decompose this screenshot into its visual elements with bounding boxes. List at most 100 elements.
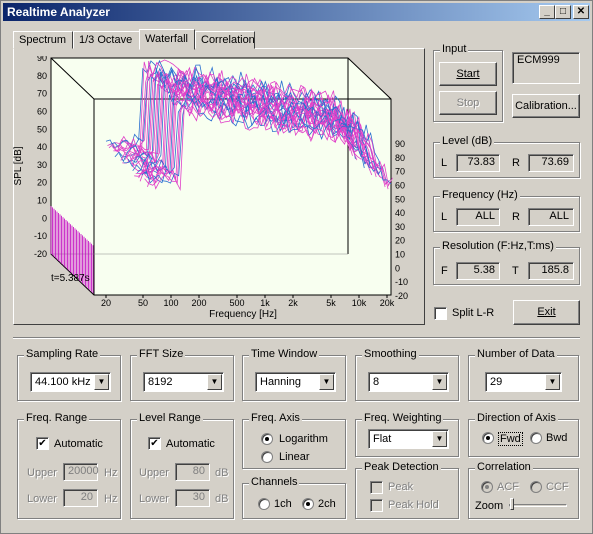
direction-label: Direction of Axis <box>475 412 558 424</box>
level-range-auto-checkbox[interactable]: ✔ <box>148 437 161 450</box>
fft-size-value: 8192 <box>148 376 173 388</box>
freq-axis-linear-label: Linear <box>279 451 310 463</box>
direction-bwd-radio[interactable] <box>530 432 542 444</box>
freq-axis-log-label: Logarithm <box>279 433 328 445</box>
correlation-acf-radio[interactable] <box>481 481 493 493</box>
time-label: t=5.387s <box>51 273 90 284</box>
minimize-button[interactable]: _ <box>539 5 555 19</box>
right-tick-label: -20 <box>395 291 408 301</box>
tab-spectrum[interactable]: Spectrum <box>13 31 73 49</box>
time-window-select[interactable]: Hanning ▼ <box>255 372 336 392</box>
level-lower-input[interactable]: 30 <box>175 489 210 507</box>
start-label: Start <box>456 68 480 80</box>
freq-r-value: ALL <box>528 208 574 226</box>
exit-button[interactable]: Exit <box>513 300 580 325</box>
level-upper-label: Upper <box>139 467 169 479</box>
freq-tick-label: 2k <box>288 298 298 308</box>
freq-weighting-select[interactable]: Flat ▼ <box>368 429 449 449</box>
peak-checkbox[interactable] <box>370 481 383 494</box>
resolution-t-value: 185.8 <box>528 262 574 280</box>
left-tick-label: 30 <box>37 160 47 170</box>
peak-hold-label: Peak Hold <box>388 499 439 511</box>
calibration-button[interactable]: Calibration... <box>512 94 580 118</box>
direction-bwd-label: Bwd <box>546 432 568 444</box>
chevron-down-icon[interactable]: ▼ <box>432 431 447 447</box>
right-tick-label: 30 <box>395 222 405 232</box>
app-window: Realtime Analyzer _ □ ✕ Spectrum 1/3 Oct… <box>0 0 593 534</box>
resolution-t-label: T <box>512 265 519 277</box>
channels-1ch-radio[interactable] <box>258 498 270 510</box>
level-upper-input[interactable]: 80 <box>175 463 210 481</box>
chevron-down-icon[interactable]: ▼ <box>207 374 222 390</box>
left-tick-label: 40 <box>37 142 47 152</box>
fft-size-select[interactable]: 8192 ▼ <box>143 372 224 392</box>
freq-axis-log-radio[interactable] <box>261 433 273 445</box>
right-tick-label: 20 <box>395 236 405 246</box>
freq-axis-label: Freq. Axis <box>249 412 302 424</box>
close-button[interactable]: ✕ <box>573 5 589 19</box>
left-axis-ticks: 90 80 70 60 50 40 30 20 10 0 -10 -20 <box>34 56 47 259</box>
sampling-rate-label: Sampling Rate <box>24 348 101 360</box>
chevron-down-icon[interactable]: ▼ <box>319 374 334 390</box>
freq-lower-label: Lower <box>27 493 57 505</box>
level-l-value: 73.83 <box>456 154 500 172</box>
correlation-ccf-label: CCF <box>546 481 569 493</box>
level-r-label: R <box>512 157 520 169</box>
freq-axis-linear-radio[interactable] <box>261 451 273 463</box>
right-tick-label: 50 <box>395 194 405 204</box>
sampling-rate-select[interactable]: 44.100 kHz ▼ <box>30 372 111 392</box>
level-r-value: 73.69 <box>528 154 574 172</box>
separator <box>13 337 580 339</box>
split-lr-checkbox[interactable] <box>434 307 447 320</box>
resolution-f-label: F <box>441 265 448 277</box>
correlation-ccf-radio[interactable] <box>530 481 542 493</box>
smoothing-select[interactable]: 8 ▼ <box>368 372 449 392</box>
freq-tick-label: 50 <box>138 298 148 308</box>
peak-hold-checkbox[interactable] <box>370 499 383 512</box>
frequency-axis-ticks: 20 50 100 200 500 1k 2k 5k 10k 20k <box>101 295 395 308</box>
stop-button[interactable]: Stop <box>439 91 497 115</box>
left-tick-label: 20 <box>37 178 47 188</box>
freq-upper-label: Upper <box>27 467 57 479</box>
start-button[interactable]: Start <box>439 62 497 86</box>
chevron-down-icon[interactable]: ▼ <box>545 374 560 390</box>
left-tick-label: 80 <box>37 71 47 81</box>
tab-one-third-octave[interactable]: 1/3 Octave <box>73 31 141 49</box>
chevron-down-icon[interactable]: ▼ <box>94 374 109 390</box>
freq-lower-input[interactable]: 20 <box>63 489 98 507</box>
number-of-data-select[interactable]: 29 ▼ <box>485 372 562 392</box>
freq-tick-label: 200 <box>191 298 206 308</box>
freq-weighting-value: Flat <box>373 433 392 445</box>
freq-l-value: ALL <box>456 208 500 226</box>
zoom-slider-track[interactable] <box>509 504 567 507</box>
time-window-value: Hanning <box>260 376 301 388</box>
window-title: Realtime Analyzer <box>7 5 110 19</box>
level-range-label: Level Range <box>137 412 203 424</box>
channels-2ch-radio[interactable] <box>302 498 314 510</box>
input-group-label: Input <box>440 43 469 55</box>
freq-tick-label: 1k <box>260 298 270 308</box>
zoom-slider-thumb[interactable] <box>510 498 514 510</box>
freq-tick-label: 5k <box>326 298 336 308</box>
level-lower-unit: dB <box>215 493 229 505</box>
maximize-button[interactable]: □ <box>555 5 571 19</box>
chevron-down-icon[interactable]: ▼ <box>432 374 447 390</box>
tab-waterfall[interactable]: Waterfall <box>139 29 195 50</box>
freq-upper-input[interactable]: 20000 <box>63 463 99 481</box>
number-of-data-value: 29 <box>490 376 503 388</box>
freq-range-auto-checkbox[interactable]: ✔ <box>36 437 49 450</box>
fft-size-label: FFT Size <box>137 348 186 360</box>
channels-2ch-label: 2ch <box>318 498 336 510</box>
freq-range-label: Freq. Range <box>24 412 90 424</box>
right-tick-label: 10 <box>395 250 405 260</box>
freq-weighting-label: Freq. Weighting <box>362 412 444 424</box>
tab-correlation[interactable]: Correlation <box>195 31 255 49</box>
channels-label: Channels <box>249 476 300 488</box>
freq-r-label: R <box>512 211 520 223</box>
left-tick-label: -10 <box>34 231 47 241</box>
direction-fwd-radio[interactable] <box>482 432 494 444</box>
right-axis-ticks: 90 80 70 60 50 40 30 20 10 0 -10 -20 <box>395 139 408 301</box>
exit-label: Exit <box>537 306 556 318</box>
right-tick-label: -10 <box>395 277 408 287</box>
number-of-data-label: Number of Data <box>475 348 557 360</box>
